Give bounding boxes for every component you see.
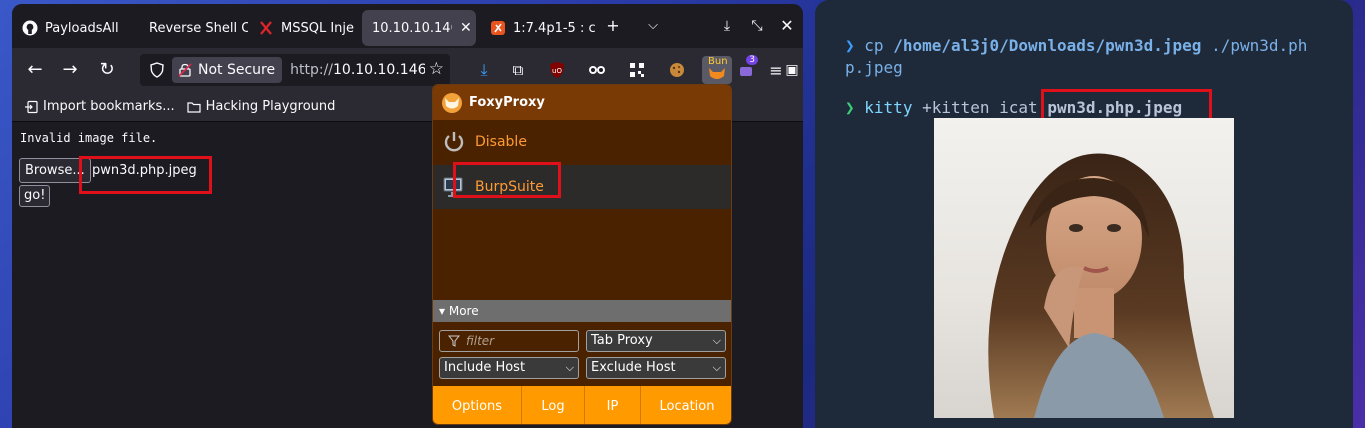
back-arrow-icon[interactable]: ← [24, 60, 46, 80]
insecure-lock-icon [178, 63, 192, 77]
chevron-down-icon: ⌵ [712, 334, 721, 347]
chevron-down-icon[interactable]: ⌵ [642, 16, 664, 36]
dest-path-wrap: p.jpeg [845, 58, 903, 77]
minimize-icon[interactable]: ⤓ [716, 16, 738, 36]
tab-label: MSSQL Inje [281, 20, 355, 36]
options-button[interactable]: Options [433, 386, 522, 424]
bookmark-import[interactable]: Import bookmarks... [24, 99, 175, 114]
close-tab-icon[interactable]: ✕ [460, 20, 472, 36]
bookmark-hacking-playground[interactable]: Hacking Playground [187, 99, 336, 114]
chevron-down-icon: ⌵ [712, 361, 721, 374]
new-tab-icon[interactable]: + [602, 16, 624, 36]
extension-badge: 3 [746, 55, 758, 65]
cookie-icon[interactable] [665, 58, 689, 82]
tab-label: PayloadsAll [45, 20, 119, 36]
dest-path: ./pwn3d.ph [1211, 36, 1308, 55]
shield-icon[interactable] [149, 62, 165, 78]
bookmark-label: Import bookmarks... [43, 99, 175, 114]
not-secure-badge[interactable]: Not Secure [172, 57, 283, 83]
fox-icon [709, 68, 725, 79]
command-args: +kitten icat [922, 98, 1038, 117]
overflow-icon[interactable]: ▣ [784, 58, 800, 82]
displayed-portrait-image [934, 118, 1234, 418]
bookmark-label: Hacking Playground [205, 99, 336, 114]
wappalyzer-icon[interactable] [585, 58, 609, 82]
exclude-host-value: Exclude Host [591, 360, 676, 375]
include-host-select[interactable]: Include Host ⌵ [439, 357, 579, 379]
proxy-option-label: Disable [475, 134, 527, 150]
power-icon [444, 132, 464, 152]
svg-text:uO: uO [552, 67, 562, 75]
ip-button[interactable]: IP [585, 386, 641, 424]
import-icon [25, 100, 38, 113]
highlight-box [453, 162, 561, 198]
foxyproxy-footer: Options Log IP Location [433, 386, 731, 424]
not-secure-label: Not Secure [198, 62, 276, 78]
proxy-option-disable[interactable]: Disable [433, 120, 731, 164]
go-button[interactable]: go! [19, 185, 51, 207]
forward-arrow-icon[interactable]: → [59, 60, 81, 80]
tab-bar: PayloadsAll Reverse Shell C MSSQL Inje 1… [12, 4, 803, 48]
tab-proxy-value: Tab Proxy [591, 333, 653, 348]
bookmark-star-icon[interactable]: ☆ [429, 59, 444, 79]
tab-reverse-shell[interactable]: Reverse Shell C [130, 10, 248, 46]
tab-active-host[interactable]: 10.10.10.146 ✕ [362, 10, 476, 46]
tab-label: 1:7.4p1-5 : c [513, 20, 596, 36]
portrait-photo-icon [988, 153, 1214, 418]
close-window-icon[interactable]: ✕ [776, 16, 798, 36]
source-path: /home/al3j0/Downloads/pwn3d.jpeg [893, 36, 1202, 55]
foxyproxy-extension-button[interactable]: Bun [702, 56, 732, 84]
foxyproxy-popup: FoxyProxy Disable BurpSuite ▾ More filte… [432, 84, 732, 425]
filter-funnel-icon [448, 335, 460, 347]
download-icon[interactable]: ⤓ [472, 58, 496, 82]
command-name: kitty [864, 98, 913, 117]
hacktricks-icon [260, 21, 272, 35]
url-text[interactable]: http://10.10.10.146/ [290, 62, 425, 78]
ublock-icon[interactable]: uO [545, 58, 569, 82]
highlight-box [79, 156, 212, 194]
restore-icon[interactable]: ⤡ [746, 16, 768, 36]
tab-label: 10.10.10.146 [372, 20, 452, 36]
terminal-line-cp: ❯ cp /home/al3j0/Downloads/pwn3d.jpeg ./… [845, 36, 1307, 55]
exclude-host-select[interactable]: Exclude Host ⌵ [586, 357, 726, 379]
extension-notification-icon[interactable]: 3 [734, 55, 758, 82]
extensions-puzzle-icon[interactable]: ⧉ [506, 58, 530, 82]
terminal-line-wrap: p.jpeg [845, 58, 903, 77]
url-host: 10.10.10.146 [333, 62, 426, 78]
foxyproxy-header: FoxyProxy [433, 85, 731, 120]
terminal-window[interactable]: ❯ cp /home/al3j0/Downloads/pwn3d.jpeg ./… [815, 0, 1353, 428]
tab-proxy-select[interactable]: Tab Proxy ⌵ [586, 330, 726, 352]
tab-label: Reverse Shell C [149, 20, 248, 36]
tab-launchpad[interactable]: 1:7.4p1-5 : c [480, 10, 598, 46]
log-button[interactable]: Log [522, 386, 585, 424]
prompt-glyph: ❯ [845, 98, 855, 117]
filter-placeholder: filter [466, 334, 495, 348]
burp-ext-label: Bun [708, 56, 728, 67]
location-button[interactable]: Location [641, 386, 731, 424]
blank-page-icon [140, 20, 142, 36]
more-toggle[interactable]: ▾ More [433, 300, 731, 322]
foxyproxy-title: FoxyProxy [469, 95, 545, 110]
url-prefix: http:// [290, 62, 333, 78]
foxyproxy-logo-icon [442, 92, 462, 113]
tab-mssql[interactable]: MSSQL Inje [248, 10, 362, 46]
qr-code-icon[interactable] [625, 58, 649, 82]
launchpad-icon [491, 21, 505, 35]
include-host-value: Include Host [444, 360, 526, 375]
chevron-down-icon: ⌵ [565, 361, 574, 374]
folder-icon [187, 101, 201, 113]
prompt-glyph: ❯ [845, 36, 855, 55]
url-bar[interactable]: Not Secure http://10.10.10.146/ ☆ [140, 54, 450, 86]
reload-icon[interactable]: ↻ [96, 60, 118, 80]
github-icon [22, 20, 38, 36]
command-name: cp [864, 36, 884, 55]
tab-payloadsall[interactable]: PayloadsAll [12, 10, 130, 46]
filter-input[interactable]: filter [439, 330, 579, 352]
error-message: Invalid image file. [20, 131, 158, 145]
